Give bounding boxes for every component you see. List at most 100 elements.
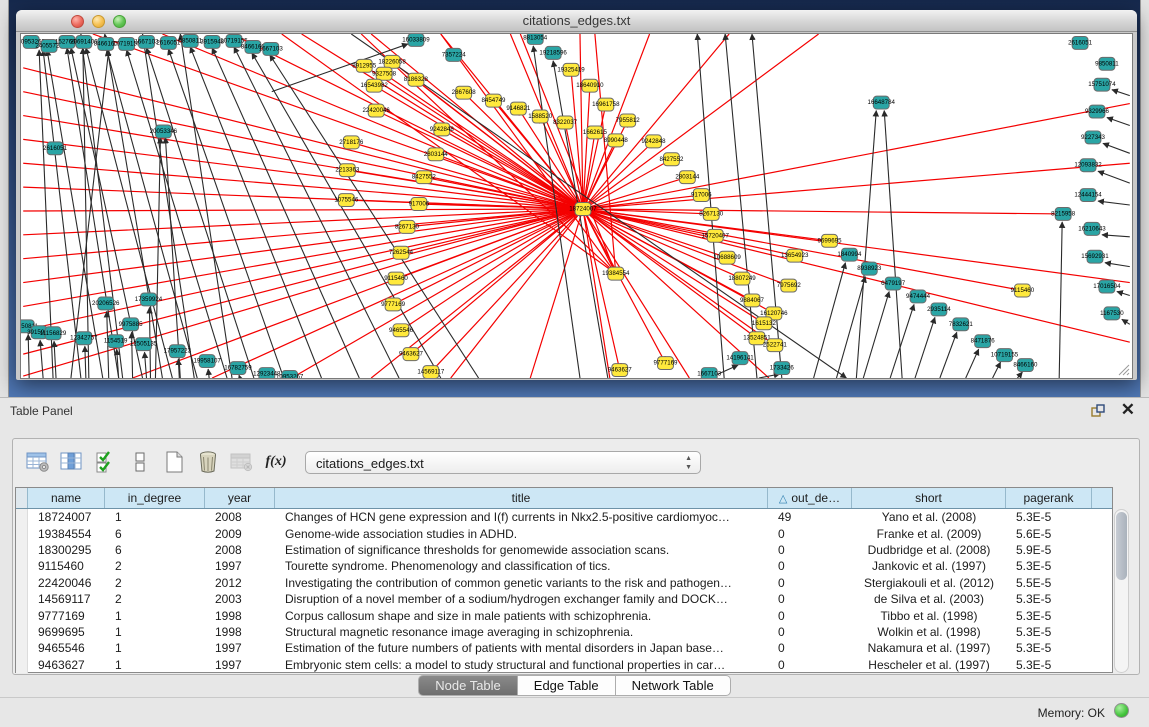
- graph-edge[interactable]: [1017, 372, 1022, 378]
- cell-pagerank[interactable]: 5.5E-5: [1006, 576, 1092, 590]
- graph-edge[interactable]: [190, 47, 321, 378]
- cell-short[interactable]: de Silva et al. (2003): [852, 592, 1006, 606]
- cell-short[interactable]: Nakamura et al. (1997): [852, 641, 1006, 655]
- cell-year[interactable]: 2009: [205, 527, 275, 541]
- table-row[interactable]: 2242004622012Investigating the contribut…: [16, 575, 1112, 591]
- cell-pagerank[interactable]: 5.3E-5: [1006, 510, 1092, 524]
- graph-node[interactable]: 1840994: [837, 248, 862, 261]
- graph-edge[interactable]: [583, 163, 1130, 209]
- graph-edge[interactable]: [856, 111, 876, 378]
- table-row[interactable]: 969969511998Structural magnetic resonanc…: [16, 624, 1112, 640]
- cell-pagerank[interactable]: 5.3E-5: [1006, 559, 1092, 573]
- graph-node[interactable]: 7832621: [949, 318, 974, 331]
- graph-edge[interactable]: [1112, 90, 1130, 96]
- network-view-canvas[interactable]: 1095326724055724152766720691406846616010…: [20, 33, 1133, 379]
- graph-edge[interactable]: [132, 332, 133, 378]
- graph-edge[interactable]: [212, 209, 583, 378]
- graph-edge[interactable]: [940, 332, 957, 378]
- cell-year[interactable]: 1998: [205, 625, 275, 639]
- graph-node[interactable]: 8215958: [1051, 207, 1076, 220]
- cell-short[interactable]: Hescheler et al. (1997): [852, 658, 1006, 672]
- column-header-year[interactable]: year: [205, 488, 275, 508]
- graph-node[interactable]: 9115460: [384, 272, 408, 285]
- cell-short[interactable]: Stergiakouli et al. (2012): [852, 576, 1006, 590]
- cell-title[interactable]: Disruption of a novel member of a sodium…: [275, 592, 768, 606]
- graph-node[interactable]: 917006: [691, 189, 712, 202]
- cell-pagerank[interactable]: 5.9E-5: [1006, 543, 1092, 557]
- cell-pagerank[interactable]: 5.3E-5: [1006, 592, 1092, 606]
- graph-node[interactable]: 917006: [409, 198, 430, 211]
- cell-pagerank[interactable]: 5.3E-5: [1006, 641, 1092, 655]
- graph-edge[interactable]: [212, 48, 359, 378]
- cell-out_degree[interactable]: 0: [768, 641, 852, 655]
- graph-node[interactable]: 1075546: [334, 194, 359, 207]
- graph-edge[interactable]: [1102, 235, 1130, 237]
- graph-edge[interactable]: [145, 352, 147, 378]
- table-row[interactable]: 946362711997Embryonic stem cells: a mode…: [16, 657, 1112, 673]
- graph-node[interactable]: 16648784: [868, 96, 896, 109]
- graph-node[interactable]: 20053346: [150, 125, 178, 138]
- column-header-short[interactable]: short: [852, 488, 1006, 508]
- graph-node[interactable]: 8454749: [481, 94, 506, 107]
- cell-in_degree[interactable]: 1: [105, 641, 205, 655]
- graph-node[interactable]: 18226058: [378, 55, 406, 68]
- cell-in_degree[interactable]: 1: [105, 625, 205, 639]
- graph-edge[interactable]: [23, 209, 583, 283]
- cell-out_degree[interactable]: 0: [768, 592, 852, 606]
- graph-node[interactable]: 8267130: [699, 207, 724, 220]
- table-row[interactable]: 1456911722003Disruption of a novel membe…: [16, 591, 1112, 607]
- graph-node[interactable]: 16210643: [1078, 222, 1106, 235]
- cell-name[interactable]: 18300295: [28, 543, 105, 557]
- graph-node[interactable]: 8813054: [523, 34, 548, 44]
- create-new-column-button[interactable]: [157, 447, 191, 477]
- graph-node[interactable]: 12093832: [1074, 159, 1102, 172]
- table-selector-dropdown[interactable]: citations_edges.txt ▲▼: [305, 451, 701, 474]
- cell-name[interactable]: 9115460: [28, 559, 105, 573]
- graph-node[interactable]: 14569117: [417, 366, 445, 378]
- graph-node[interactable]: 1588520: [528, 110, 553, 123]
- cell-short[interactable]: Tibbo et al. (1998): [852, 609, 1006, 623]
- cell-name[interactable]: 9463627: [28, 658, 105, 672]
- cell-name[interactable]: 9699695: [28, 625, 105, 639]
- graph-node[interactable]: 16782759: [224, 362, 252, 375]
- table-row[interactable]: 1830029562008Estimation of significance …: [16, 542, 1112, 558]
- table-row[interactable]: 946554611997Estimation of the future num…: [16, 640, 1112, 656]
- cell-out_degree[interactable]: 49: [768, 510, 852, 524]
- graph-node[interactable]: 2718176: [339, 136, 364, 149]
- graph-node[interactable]: 20206526: [92, 297, 120, 310]
- cell-name[interactable]: 14569117: [28, 592, 105, 606]
- cell-year[interactable]: 1997: [205, 641, 275, 655]
- graph-node[interactable]: 15692931: [1081, 250, 1109, 263]
- cell-out_degree[interactable]: 0: [768, 543, 852, 557]
- cell-short[interactable]: Wolkin et al. (1998): [852, 625, 1006, 639]
- cell-title[interactable]: Embryonic stem cells: a model to study s…: [275, 658, 768, 672]
- graph-edge[interactable]: [85, 346, 86, 378]
- graph-edge[interactable]: [1107, 118, 1130, 126]
- cell-short[interactable]: Jankovic et al. (1997): [852, 559, 1006, 573]
- graph-node[interactable]: 7955812: [616, 114, 641, 127]
- column-header-name[interactable]: name: [28, 488, 105, 508]
- graph-edge[interactable]: [1122, 319, 1130, 324]
- cell-title[interactable]: Estimation of the future numbers of pati…: [275, 641, 768, 655]
- cell-out_degree[interactable]: 0: [768, 609, 852, 623]
- graph-edge[interactable]: [1117, 292, 1130, 296]
- cell-in_degree[interactable]: 6: [105, 543, 205, 557]
- graph-edge[interactable]: [54, 341, 56, 378]
- resize-grip-icon[interactable]: [1116, 362, 1130, 376]
- graph-node[interactable]: 9474444: [906, 290, 931, 303]
- graph-edge[interactable]: [915, 317, 935, 378]
- table-row[interactable]: 977716911998Corpus callosum shape and si…: [16, 607, 1112, 623]
- show-hide-columns-button[interactable]: [55, 447, 89, 477]
- cell-pagerank[interactable]: 5.3E-5: [1006, 609, 1092, 623]
- network-window-titlebar[interactable]: citations_edges.txt: [16, 10, 1137, 32]
- graph-edge[interactable]: [168, 49, 283, 378]
- cell-year[interactable]: 1997: [205, 658, 275, 672]
- cell-name[interactable]: 19384554: [28, 527, 105, 541]
- cell-short[interactable]: Franke et al. (2009): [852, 527, 1006, 541]
- cell-title[interactable]: Corpus callosum shape and size in male p…: [275, 609, 768, 623]
- graph-node[interactable]: 9329966: [1085, 105, 1110, 118]
- cell-in_degree[interactable]: 2: [105, 576, 205, 590]
- graph-node[interactable]: 9242848: [642, 135, 667, 148]
- graph-node[interactable]: 9463627: [608, 364, 633, 377]
- graph-edge[interactable]: [165, 137, 180, 378]
